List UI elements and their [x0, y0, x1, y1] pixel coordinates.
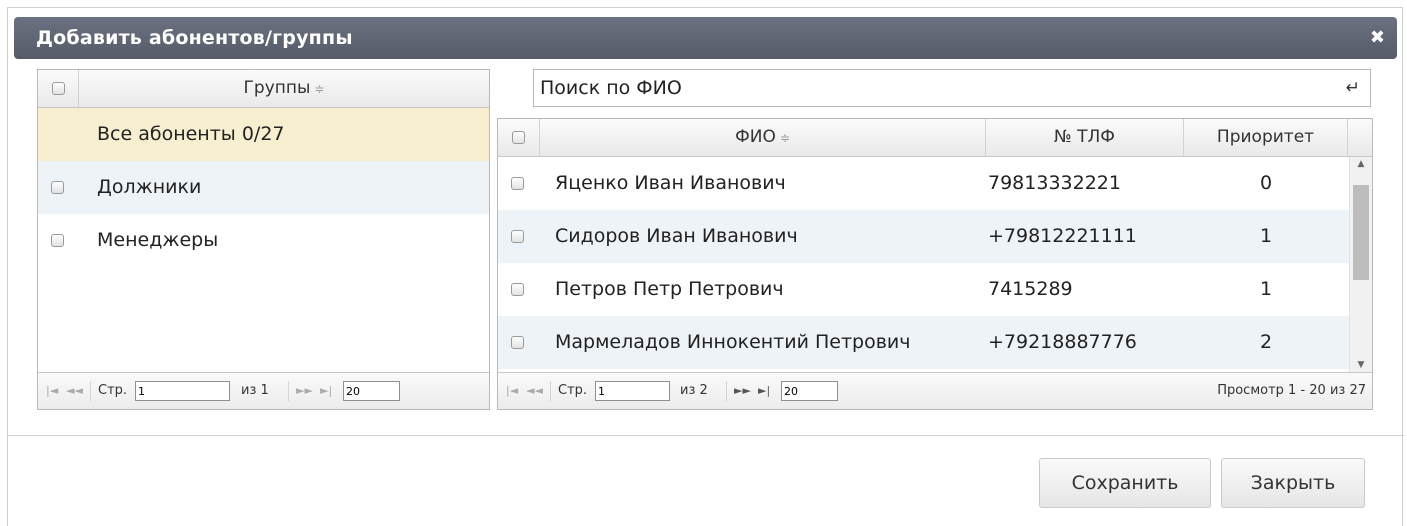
groups-column-label: Группы [243, 78, 311, 98]
save-button[interactable]: Сохранить [1039, 458, 1211, 508]
subscriber-checkbox-cell [511, 157, 524, 210]
column-label-priority: Приоритет [1216, 127, 1315, 147]
group-name: Все абоненты 0/27 [97, 123, 285, 145]
pager-separator [550, 381, 551, 401]
search-input[interactable] [534, 70, 1346, 106]
subscriber-row[interactable]: Сидоров Иван Иванович +79812221111 1 [498, 210, 1350, 263]
groups-select-all-cell [38, 70, 79, 107]
column-header-priority[interactable]: Приоритет [1184, 119, 1348, 156]
subscriber-phone: +79812221111 [988, 225, 1137, 247]
group-name: Должники [97, 176, 202, 198]
subscriber-row[interactable]: Яценко Иван Иванович 79813332221 0 [498, 157, 1350, 210]
subscribers-grid-header: ФИО ≑ № ТЛФ Приоритет [498, 119, 1372, 157]
column-label-phone: № ТЛФ [1054, 127, 1115, 147]
sort-icon: ≑ [779, 131, 790, 145]
vertical-scrollbar[interactable]: ▲ ▼ [1349, 157, 1372, 372]
close-button[interactable]: Закрыть [1221, 458, 1365, 508]
subscriber-checkbox-cell [511, 263, 524, 316]
next-page-icon[interactable]: ►► [296, 373, 313, 409]
subscriber-checkbox[interactable] [511, 230, 524, 243]
scrollbar-thumb[interactable] [1353, 185, 1369, 280]
group-row[interactable]: Менеджеры [38, 214, 489, 267]
group-checkbox[interactable] [51, 181, 64, 194]
subscriber-checkbox[interactable] [511, 283, 524, 296]
subscriber-row[interactable]: Мармеладов Иннокентий Петрович +792188877… [498, 316, 1350, 369]
page-count-label: из 2 [680, 383, 708, 398]
pager-separator [288, 381, 289, 401]
search-box: ↵ [533, 69, 1371, 107]
subscribers-pager: |◄ ◄◄ Стр. из 2 ►► ►| Просмотр 1 - 20 из… [498, 372, 1372, 409]
page-label: Стр. [558, 383, 588, 398]
subscriber-priority: 1 [1259, 278, 1273, 300]
group-row[interactable]: Должники [38, 161, 489, 214]
subscriber-checkbox-cell [511, 316, 524, 369]
dialog-title: Добавить абонентов/группы [36, 27, 353, 49]
subscriber-fio: Мармеладов Иннокентий Петрович [555, 331, 911, 353]
pager-separator [90, 381, 91, 401]
first-page-icon[interactable]: |◄ [506, 373, 518, 409]
page-count-label: из 1 [241, 383, 269, 398]
subscribers-grid: ФИО ≑ № ТЛФ Приоритет Яценко Иван Иванови… [497, 118, 1373, 410]
column-header-phone[interactable]: № ТЛФ [986, 119, 1184, 156]
prev-page-icon[interactable]: ◄◄ [526, 373, 543, 409]
next-page-icon[interactable]: ►► [734, 373, 751, 409]
subscriber-fio: Петров Петр Петрович [555, 278, 784, 300]
groups-pager: |◄ ◄◄ Стр. из 1 ►► ►| [38, 372, 489, 409]
first-page-icon[interactable]: |◄ [46, 373, 58, 409]
subscriber-row[interactable]: Петров Петр Петрович 7415289 1 [498, 263, 1350, 316]
group-row[interactable]: Все абоненты 0/27 [38, 108, 489, 161]
subscriber-priority: 1 [1259, 225, 1273, 247]
close-icon[interactable]: ✖ [1370, 17, 1385, 59]
add-subscribers-dialog: Добавить абонентов/группы ✖ Группы ≑ Все … [7, 7, 1404, 526]
subscriber-priority: 0 [1259, 172, 1273, 194]
subscriber-phone: 79813332221 [988, 172, 1121, 194]
subscriber-fio: Сидоров Иван Иванович [555, 225, 798, 247]
rows-per-page-input[interactable] [343, 381, 400, 401]
scroll-up-icon[interactable]: ▲ [1350, 159, 1372, 169]
last-page-icon[interactable]: ►| [320, 373, 332, 409]
column-header-fio[interactable]: ФИО ≑ [540, 119, 986, 156]
last-page-icon[interactable]: ►| [758, 373, 770, 409]
subscriber-checkbox-cell [511, 210, 524, 263]
subscribers-select-all-cell [498, 119, 540, 156]
sort-icon: ≑ [314, 82, 325, 96]
subscriber-phone: 7415289 [988, 278, 1073, 300]
footer-divider [8, 435, 1404, 436]
rows-per-page-input[interactable] [781, 381, 838, 401]
groups-grid: Группы ≑ Все абоненты 0/27 Должники Менедже… [37, 69, 490, 410]
page-label: Стр. [98, 383, 128, 398]
group-checkbox-cell [51, 214, 64, 267]
group-checkbox-cell [51, 161, 64, 214]
scroll-down-icon[interactable]: ▼ [1350, 360, 1372, 370]
groups-column-header[interactable]: Группы ≑ [79, 70, 489, 107]
groups-select-all-checkbox[interactable] [51, 81, 65, 95]
view-records-info: Просмотр 1 - 20 из 27 [1217, 383, 1366, 398]
pager-separator [726, 381, 727, 401]
prev-page-icon[interactable]: ◄◄ [66, 373, 83, 409]
column-label-fio: ФИО [735, 127, 776, 147]
page-number-input[interactable] [595, 381, 670, 401]
group-checkbox[interactable] [51, 234, 64, 247]
subscriber-checkbox[interactable] [511, 336, 524, 349]
group-name: Менеджеры [97, 229, 219, 251]
subscriber-phone: +79218887776 [988, 331, 1137, 353]
dialog-titlebar: Добавить абонентов/группы ✖ [14, 17, 1397, 59]
page-number-input[interactable] [135, 381, 230, 401]
subscriber-checkbox[interactable] [511, 177, 524, 190]
subscribers-select-all-checkbox[interactable] [512, 130, 525, 144]
groups-grid-header: Группы ≑ [38, 70, 489, 108]
subscriber-fio: Яценко Иван Иванович [555, 172, 786, 194]
subscriber-priority: 2 [1259, 331, 1273, 353]
enter-icon[interactable]: ↵ [1346, 70, 1360, 106]
